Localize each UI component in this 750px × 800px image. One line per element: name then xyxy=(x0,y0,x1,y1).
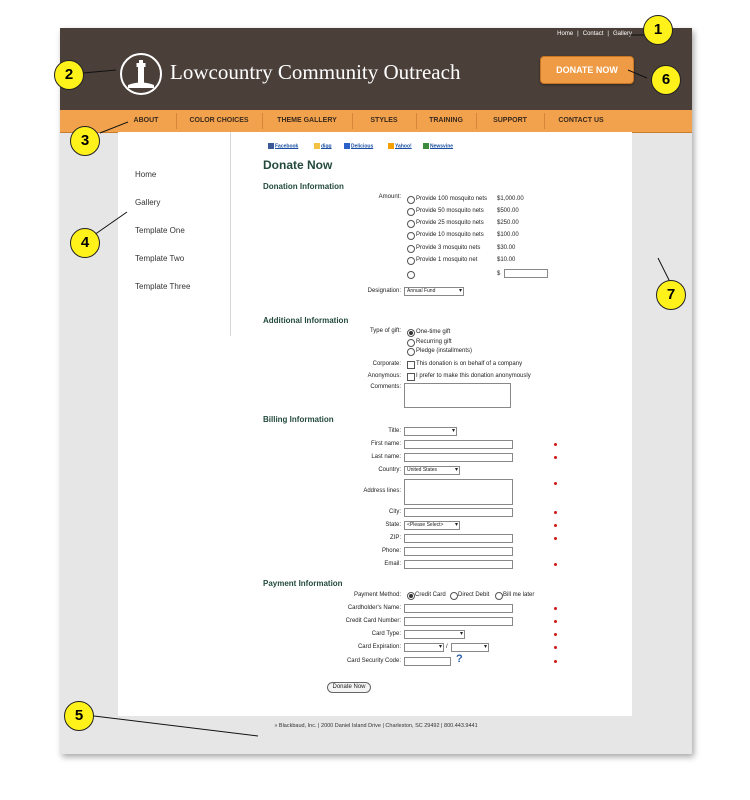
callout-7: 7 xyxy=(656,280,686,310)
callout-1: 1 xyxy=(643,15,673,45)
callout-6: 6 xyxy=(651,65,681,95)
callout-5: 5 xyxy=(64,701,94,731)
callout-2: 2 xyxy=(54,60,84,90)
callout-3: 3 xyxy=(70,126,100,156)
callout-4: 4 xyxy=(70,228,100,258)
callout-leader-lines xyxy=(82,34,671,737)
